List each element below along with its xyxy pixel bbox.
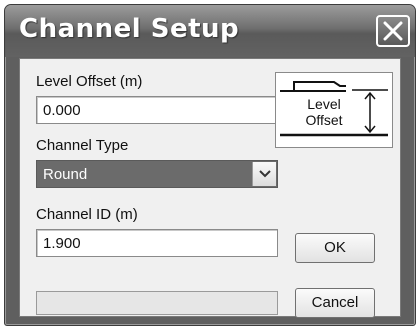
channel-id-input[interactable]: 1.900 [36, 229, 278, 257]
dialog-title: Channel Setup [19, 14, 240, 44]
dropdown-button[interactable] [252, 162, 276, 186]
close-icon [383, 21, 403, 41]
chevron-down-icon [259, 170, 271, 178]
channel-type-selected-value: Round [43, 166, 88, 183]
level-offset-input[interactable]: 0.000 [36, 96, 278, 124]
cancel-button[interactable]: Cancel [295, 288, 375, 318]
diagram-label-offset: Offset [305, 112, 343, 128]
level-offset-label: Level Offset (m) [36, 73, 143, 90]
level-offset-diagram: Level Offset [275, 72, 393, 148]
diagram-label-level: Level [307, 96, 341, 112]
title-bar[interactable]: Channel Setup [5, 5, 415, 57]
close-button[interactable] [376, 15, 410, 47]
status-field [36, 291, 278, 315]
dialog-body: Level Offset (m) 0.000 Channel Type Roun… [19, 58, 401, 318]
channel-type-dropdown[interactable]: Round [36, 160, 278, 188]
channel-setup-dialog: Channel Setup Level Offset (m) 0.000 Cha… [4, 4, 416, 326]
channel-type-label: Channel Type [36, 137, 129, 154]
channel-id-label: Channel ID (m) [36, 206, 138, 223]
ok-button[interactable]: OK [295, 233, 375, 263]
